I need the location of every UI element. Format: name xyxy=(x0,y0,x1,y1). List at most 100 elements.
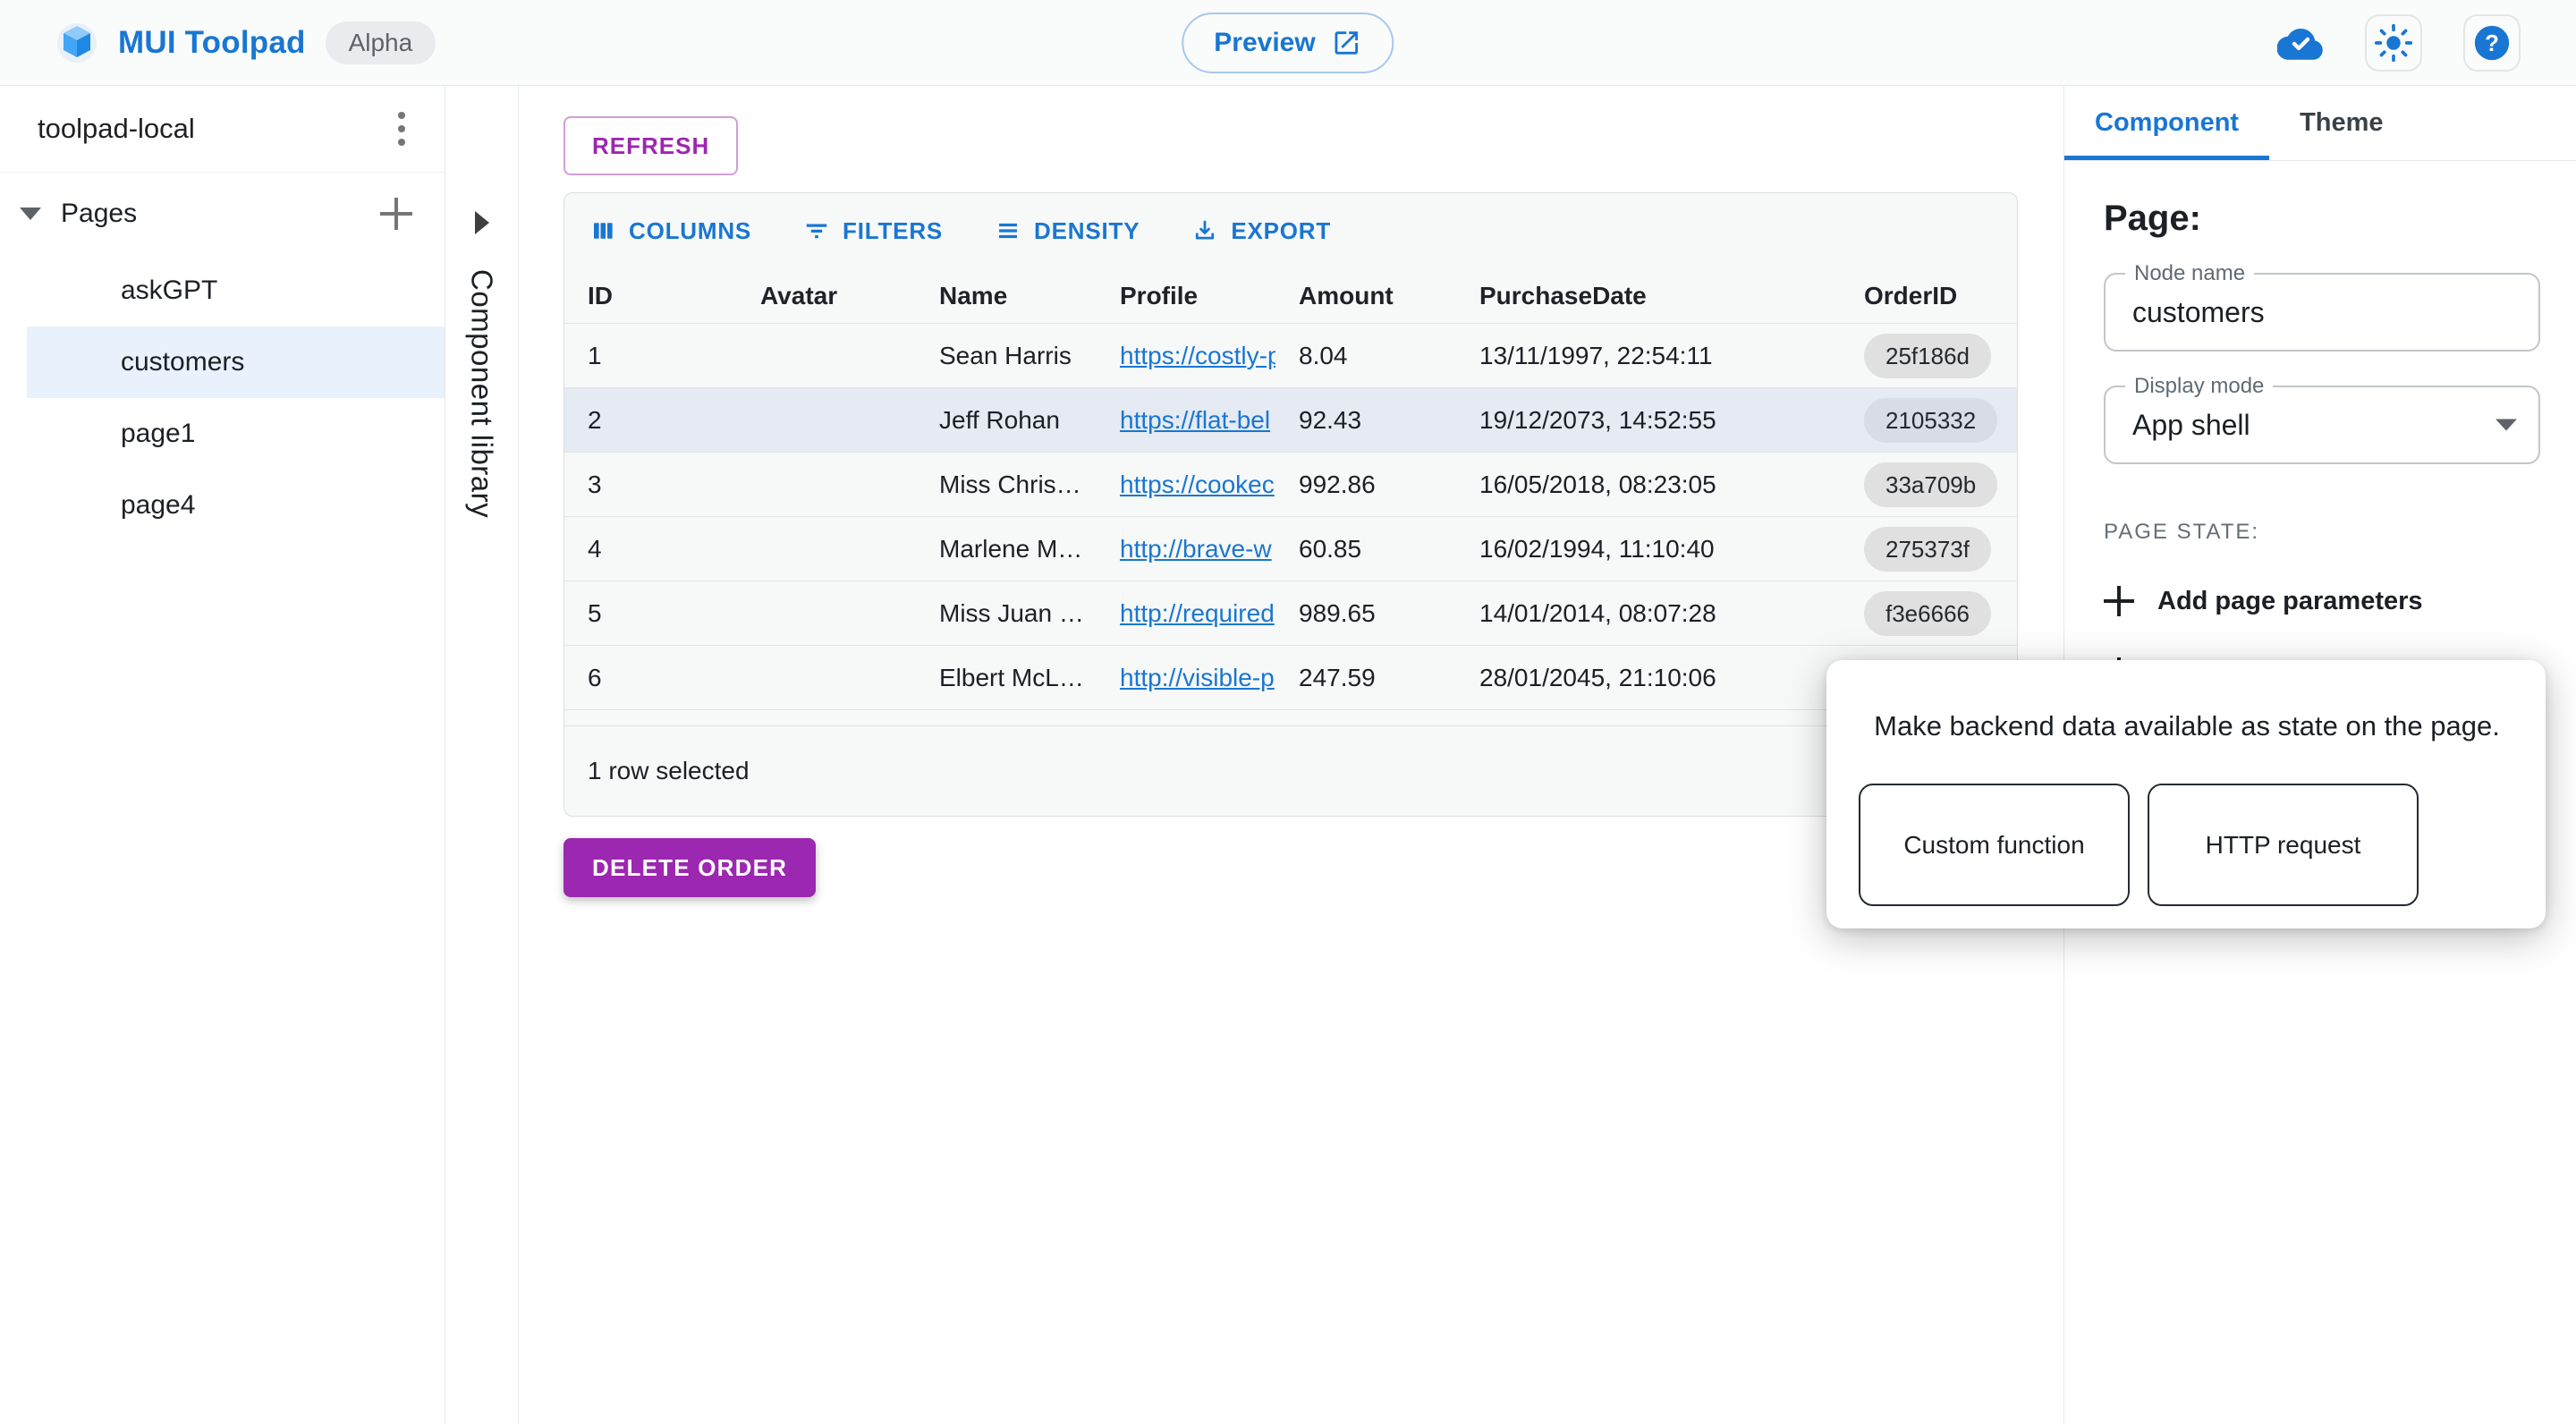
mui-toolpad-logo-icon xyxy=(55,21,98,64)
order-id-chip: 2105332 xyxy=(1864,398,1997,443)
grid-hscroll-area[interactable] xyxy=(564,710,2017,726)
app-title: MUI Toolpad xyxy=(118,25,306,61)
cloud-check-icon xyxy=(2277,25,2324,61)
sidebar-item-customers[interactable]: customers xyxy=(27,326,445,398)
custom-function-option[interactable]: Custom function xyxy=(1859,784,2130,906)
density-button-label: DENSITY xyxy=(1034,217,1140,245)
cell-purchasedate: 16/05/2018, 08:23:05 xyxy=(1456,470,1832,499)
profile-link[interactable]: http://required xyxy=(1120,599,1275,627)
node-name-value: customers xyxy=(2132,296,2265,329)
cell-id: 5 xyxy=(564,599,737,628)
node-name-field[interactable]: Node name customers xyxy=(2104,273,2540,352)
cell-amount: 989.65 xyxy=(1275,599,1456,628)
column-header-amount[interactable]: Amount xyxy=(1275,282,1456,310)
page-heading: Page: xyxy=(2104,199,2540,239)
tab-component[interactable]: Component xyxy=(2064,86,2269,160)
popup-message: Make backend data available as state on … xyxy=(1860,710,2513,742)
table-row-selected[interactable]: 2 Jeff Rohan https://flat-bel 92.43 19/1… xyxy=(564,388,2017,453)
plus-icon xyxy=(2104,586,2134,616)
columns-button[interactable]: COLUMNS xyxy=(589,217,751,245)
cell-name: Marlene M… xyxy=(916,535,1097,564)
cell-id: 1 xyxy=(564,342,737,370)
column-header-id[interactable]: ID xyxy=(564,282,737,310)
column-header-name[interactable]: Name xyxy=(916,282,1097,310)
column-header-profile[interactable]: Profile xyxy=(1097,282,1275,310)
chevron-down-icon xyxy=(2496,420,2517,431)
cell-purchasedate: 13/11/1997, 22:54:11 xyxy=(1456,342,1832,370)
column-header-purchasedate[interactable]: PurchaseDate xyxy=(1456,282,1832,310)
profile-link[interactable]: https://costly-p xyxy=(1120,342,1275,369)
selection-status: 1 row selected xyxy=(564,726,2017,816)
cell-amount: 60.85 xyxy=(1275,535,1456,564)
export-button[interactable]: EXPORT xyxy=(1191,217,1331,245)
sidebar-item-page1[interactable]: page1 xyxy=(27,398,445,470)
page-state-label: PAGE STATE: xyxy=(2104,520,2540,545)
inspector-tabs: Component Theme xyxy=(2064,86,2576,161)
add-page-button[interactable] xyxy=(380,198,412,230)
node-name-label: Node name xyxy=(2125,261,2254,286)
svg-text:?: ? xyxy=(2485,31,2499,56)
table-row[interactable]: 6 Elbert McL… http://visible-p 247.59 28… xyxy=(564,646,2017,710)
filters-button[interactable]: FILTERS xyxy=(803,217,943,245)
collapse-arrow-icon[interactable] xyxy=(20,208,41,220)
cell-amount: 92.43 xyxy=(1275,406,1456,435)
table-row[interactable]: 3 Miss Chris… https://cookec 992.86 16/0… xyxy=(564,453,2017,517)
display-mode-value: App shell xyxy=(2132,409,2250,442)
profile-link[interactable]: http://visible-p xyxy=(1120,664,1275,691)
profile-link[interactable]: https://cookec xyxy=(1120,470,1275,498)
theme-toggle-button[interactable] xyxy=(2365,14,2422,72)
order-id-chip: 33a709b xyxy=(1864,462,1997,507)
density-button[interactable]: DENSITY xyxy=(995,217,1140,245)
display-mode-label: Display mode xyxy=(2125,374,2273,399)
project-menu-kebab-icon[interactable] xyxy=(391,105,412,153)
profile-link[interactable]: http://brave-w xyxy=(1120,535,1272,563)
explorer-sidebar: toolpad-local Pages askGPT customers pag… xyxy=(0,86,445,1424)
cell-id: 2 xyxy=(564,406,737,435)
component-library-rail[interactable]: Component library xyxy=(445,86,519,1424)
brand: MUI Toolpad Alpha xyxy=(0,21,436,64)
cell-amount: 8.04 xyxy=(1275,342,1456,370)
open-in-new-icon xyxy=(1332,28,1362,58)
cell-name: Elbert McL… xyxy=(916,664,1097,692)
cell-name: Jeff Rohan xyxy=(916,406,1097,435)
column-header-avatar[interactable]: Avatar xyxy=(737,282,916,310)
filters-button-label: FILTERS xyxy=(843,217,943,245)
sidebar-item-askgpt[interactable]: askGPT xyxy=(27,255,445,326)
pages-label: Pages xyxy=(61,199,380,229)
project-name: toolpad-local xyxy=(38,113,195,145)
columns-icon xyxy=(589,217,616,244)
table-row[interactable]: 1 Sean Harris https://costly-p 8.04 13/1… xyxy=(564,324,2017,388)
tab-theme[interactable]: Theme xyxy=(2269,86,2413,160)
column-header-orderid[interactable]: OrderID xyxy=(1832,282,2018,310)
sidebar-item-page4[interactable]: page4 xyxy=(27,470,445,541)
profile-link[interactable]: https://flat-bel xyxy=(1120,406,1270,434)
cell-purchasedate: 16/02/1994, 11:10:40 xyxy=(1456,535,1832,564)
data-grid-toolbar: COLUMNS FILTERS DENSITY EXPORT xyxy=(564,193,2017,268)
cell-id: 6 xyxy=(564,664,737,692)
delete-order-button[interactable]: DELETE ORDER xyxy=(564,838,816,897)
filter-list-icon xyxy=(803,217,830,244)
cell-purchasedate: 28/01/2045, 21:10:06 xyxy=(1456,664,1832,692)
add-page-parameters-label: Add page parameters xyxy=(2157,587,2423,616)
export-button-label: EXPORT xyxy=(1231,217,1331,245)
table-row[interactable]: 5 Miss Juan … http://required 989.65 14/… xyxy=(564,581,2017,646)
cell-name: Miss Chris… xyxy=(916,470,1097,499)
add-page-parameters-button[interactable]: Add page parameters xyxy=(2104,586,2540,616)
table-row[interactable]: 4 Marlene M… http://brave-w 60.85 16/02/… xyxy=(564,517,2017,581)
sun-icon xyxy=(2374,23,2413,63)
expand-right-arrow-icon[interactable] xyxy=(475,211,489,234)
help-button[interactable]: ? xyxy=(2463,14,2521,72)
version-badge: Alpha xyxy=(326,21,436,64)
display-mode-select[interactable]: Display mode App shell xyxy=(2104,386,2540,464)
question-mark-icon: ? xyxy=(2471,22,2512,64)
appbar-actions: ? xyxy=(2277,0,2521,86)
http-request-option[interactable]: HTTP request xyxy=(2148,784,2419,906)
preview-button-label: Preview xyxy=(1214,28,1315,58)
project-row: toolpad-local xyxy=(0,86,445,173)
order-id-chip: 25f186d xyxy=(1864,334,1991,378)
refresh-button[interactable]: REFRESH xyxy=(564,116,738,175)
cell-amount: 247.59 xyxy=(1275,664,1456,692)
order-id-chip: f3e6666 xyxy=(1864,591,1991,636)
cell-name: Miss Juan … xyxy=(916,599,1097,628)
preview-button[interactable]: Preview xyxy=(1182,13,1394,73)
